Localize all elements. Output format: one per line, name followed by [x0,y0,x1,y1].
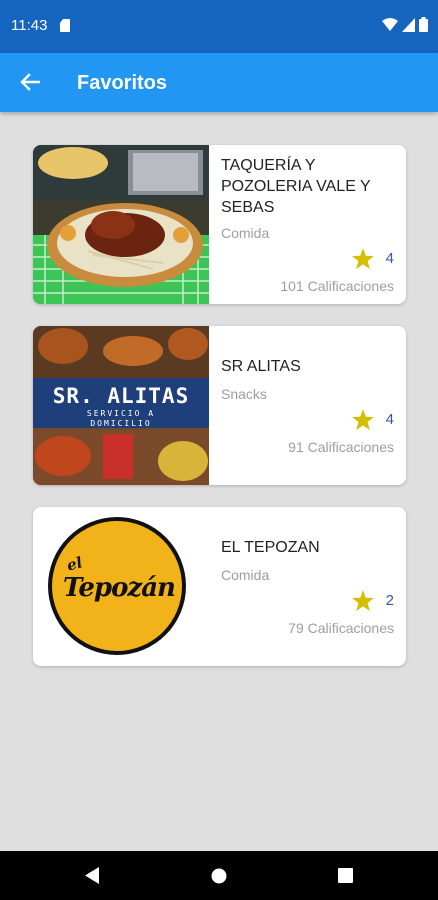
page-title: Favoritos [77,72,168,94]
rating-value: 2 [385,592,394,609]
app-bar: Favoritos [0,53,438,112]
rating-value: 4 [385,411,394,428]
sim-card-icon [60,19,70,32]
star-icon [351,409,374,430]
triangle-back-icon [85,867,99,884]
restaurant-image [33,145,209,304]
rating: 2 [351,590,394,611]
favorite-card-el-tepozan[interactable]: el Tepozán EL TEPOZAN Comida 2 79 Califi… [33,507,406,666]
rating-value: 4 [385,250,394,267]
arrow-back-icon [20,73,40,91]
restaurant-category: Snacks [221,386,267,402]
wifi-icon [382,17,398,31]
restaurant-logo: el Tepozán [33,507,209,666]
star-icon [351,590,374,611]
restaurant-name: EL TEPOZAN [221,539,320,556]
reviews-count: 101 Calificaciones [280,278,394,294]
favorite-card-taqueria[interactable]: TAQUERÍA Y POZOLERIA VALE Y SEBAS Comida… [33,145,406,304]
restaurant-category: Comida [221,567,270,583]
rating: 4 [351,409,394,430]
system-nav-bar [0,851,438,900]
restaurant-name: TAQUERÍA Y POZOLERIA VALE Y SEBAS [221,157,371,216]
signal-icon [402,17,415,32]
square-recents-icon [337,868,353,883]
reviews-count: 91 Calificaciones [288,439,394,455]
nav-recents-button[interactable] [315,851,375,900]
back-button[interactable] [14,66,46,98]
banner-title: SR. ALITAS [52,384,190,408]
restaurant-category: Comida [221,225,270,241]
status-time: 11:43 [11,17,48,34]
nav-home-button[interactable] [189,851,249,900]
nav-back-button[interactable] [62,851,122,900]
banner-sub-1: SERVICIO A [86,409,156,418]
star-icon [351,248,374,269]
battery-icon [419,17,428,32]
status-icons [382,17,428,32]
restaurant-name: SR ALITAS [221,358,301,375]
banner-sub-2: DOMICILIO [90,419,152,428]
favorite-card-sr-alitas[interactable]: SR. ALITAS SERVICIO A DOMICILIO SR ALITA… [33,326,406,485]
restaurant-image: SR. ALITAS SERVICIO A DOMICILIO [33,326,209,485]
logo-text-big: Tepozán [63,573,176,603]
rating: 4 [351,248,394,269]
circle-home-icon [211,868,227,883]
status-bar: 11:43 [0,0,438,53]
reviews-count: 79 Calificaciones [288,620,394,636]
